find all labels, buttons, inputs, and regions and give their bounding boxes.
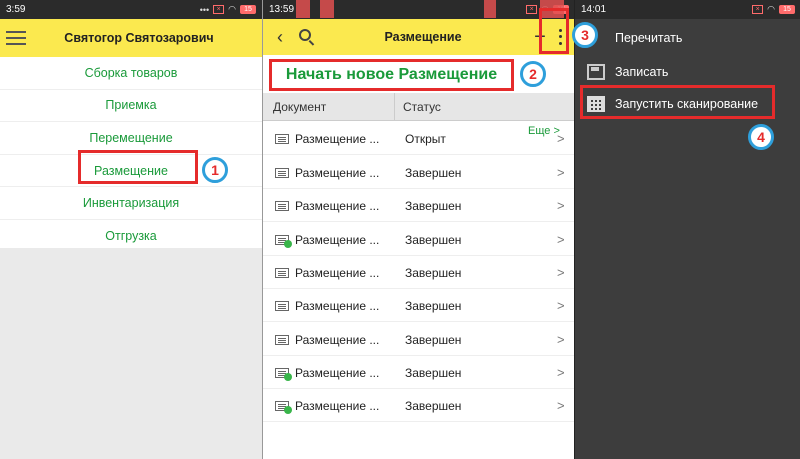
chevron-right-icon: > — [553, 125, 560, 137]
status-bar: 3:59 ••• × ◠ 15 — [0, 0, 262, 19]
menu-item-label: Перечитать — [615, 31, 683, 45]
chevron-right-icon: > — [557, 232, 565, 247]
document-icon — [275, 300, 289, 311]
user-name-title: Святогор Святозарович — [64, 31, 214, 45]
document-icon — [275, 200, 289, 211]
row-status: Завершен — [405, 332, 462, 347]
placement-header: ‹ Размещение + — [263, 19, 575, 55]
table-header: Документ Статус — [263, 93, 575, 121]
row-document: Размещение ... — [295, 365, 380, 380]
chevron-right-icon: > — [557, 298, 565, 313]
table-row[interactable]: Размещение ... Завершен > — [263, 224, 575, 256]
status-highlight — [296, 0, 310, 18]
row-document: Размещение ... — [295, 298, 380, 313]
wifi-icon: ◠ — [767, 4, 775, 14]
status-highlight — [484, 0, 496, 18]
screenshot-stage: 3:59 ••• × ◠ 15 Святогор Святозарович Сб… — [0, 0, 800, 459]
document-icon — [275, 167, 289, 178]
main-menu-screen: 3:59 ••• × ◠ 15 Святогор Святозарович Сб… — [0, 0, 262, 459]
document-done-icon — [275, 400, 292, 414]
status-highlight — [320, 0, 334, 18]
more-link-label: Еще — [528, 125, 551, 137]
document-done-icon — [275, 234, 292, 248]
search-icon[interactable] — [297, 27, 317, 47]
battery-icon: 15 — [779, 5, 795, 14]
row-status: Завершен — [405, 165, 462, 180]
page-title: Размещение — [384, 30, 462, 44]
row-status: Завершен — [405, 265, 462, 280]
sim-icon: × — [213, 5, 225, 14]
chevron-right-icon: > — [557, 332, 565, 347]
status-time: 13:59 — [269, 4, 295, 15]
menu-item-assembly[interactable]: Сборка товаров — [0, 57, 262, 90]
menu-item-label: Записать — [615, 65, 669, 79]
battery-icon: 15 — [240, 5, 256, 14]
status-time: 3:59 — [6, 4, 26, 15]
wifi-icon: ◠ — [228, 4, 236, 14]
status-time: 14:01 — [581, 4, 607, 15]
document-icon — [275, 334, 289, 345]
highlight-scan — [580, 85, 775, 119]
sim-icon: × — [752, 5, 764, 14]
back-icon[interactable]: ‹ — [269, 27, 291, 48]
row-document: Размещение ... — [295, 265, 380, 280]
row-status: Завершен — [405, 232, 462, 247]
menu-item-save[interactable]: Записать — [575, 55, 800, 89]
status-bar: 14:01 × ◠ 15 — [575, 0, 800, 19]
more-link[interactable]: Еще > — [528, 125, 560, 137]
row-status: Завершен — [405, 198, 462, 213]
chevron-right-icon: > — [557, 265, 565, 280]
chevron-right-icon: > — [557, 165, 565, 180]
highlight-kebab — [539, 8, 569, 54]
row-document: Размещение ... — [295, 332, 380, 347]
column-document: Документ — [263, 93, 395, 120]
sim-icon: × — [526, 5, 538, 14]
step-badge-2: 2 — [520, 61, 546, 87]
table-row[interactable]: Размещение ... Завершен > — [263, 290, 575, 322]
document-icon — [275, 133, 289, 144]
row-document: Размещение ... — [295, 398, 380, 413]
app-header: Святогор Святозарович — [0, 19, 262, 57]
step-badge-1: 1 — [202, 157, 228, 183]
menu-item-reread[interactable]: Перечитать — [575, 21, 800, 55]
table-row[interactable]: Размещение ... Завершен > — [263, 324, 575, 356]
menu-item-receiving[interactable]: Приемка — [0, 90, 262, 123]
table-row[interactable]: Размещение ... Завершен > — [263, 157, 575, 189]
document-done-icon — [275, 367, 292, 381]
row-status: Завершен — [405, 298, 462, 313]
row-document: Размещение ... — [295, 232, 380, 247]
table-row[interactable]: Размещение ... Завершен > — [263, 390, 575, 422]
table-row[interactable]: Размещение ... Завершен > — [263, 257, 575, 289]
step-badge-3: 3 — [572, 22, 598, 48]
menu-item-inventory[interactable]: Инвентаризация — [0, 187, 262, 220]
empty-area — [0, 248, 262, 459]
more-icon: ••• — [199, 4, 210, 15]
start-new-placement-button[interactable]: Начать новое Размещение — [269, 59, 514, 91]
chevron-right-icon: > — [557, 198, 565, 213]
context-menu-screen: 14:01 × ◠ 15 Перечитать Записать Запусти… — [574, 0, 800, 459]
hamburger-menu-icon[interactable] — [6, 31, 26, 45]
document-icon — [275, 267, 289, 278]
floppy-disk-icon — [587, 64, 605, 80]
row-document: Размещение ... — [295, 198, 380, 213]
column-status: Статус — [403, 99, 441, 114]
row-status: Завершен — [405, 398, 462, 413]
chevron-right-icon: > — [557, 365, 565, 380]
chevron-right-icon: > — [557, 398, 565, 413]
row-status: Завершен — [405, 365, 462, 380]
table-row[interactable]: Размещение ... Завершен > — [263, 357, 575, 389]
row-document: Размещение ... — [295, 165, 380, 180]
step-badge-4: 4 — [748, 124, 774, 150]
row-document: Размещение ... — [295, 131, 380, 146]
highlight-placement — [78, 150, 198, 184]
table-row[interactable]: Размещение ... Завершен > — [263, 190, 575, 222]
